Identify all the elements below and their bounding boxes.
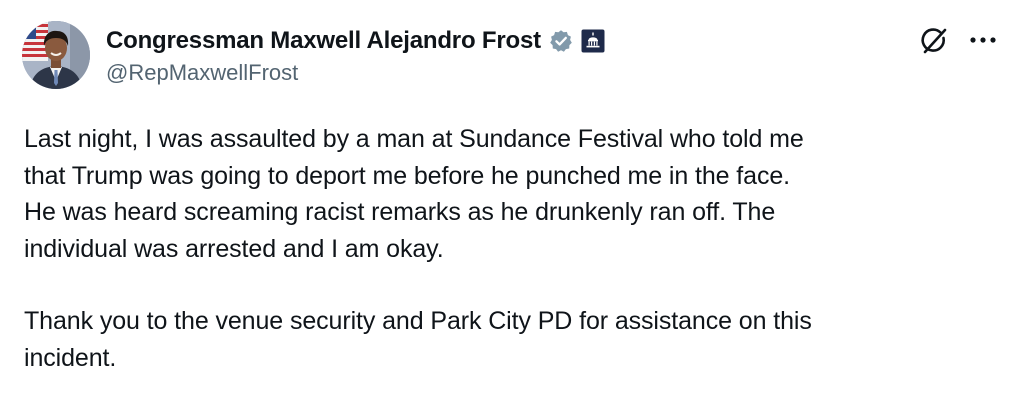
avatar[interactable] (22, 21, 90, 89)
tweet-text: Last night, I was assaulted by a man at … (24, 121, 1014, 376)
avatar-image (22, 21, 90, 89)
author-name-row: Congressman Maxwell Alejandro Frost (106, 26, 605, 56)
author-display-name[interactable]: Congressman Maxwell Alejandro Frost (106, 27, 541, 55)
tweet-card: Congressman Maxwell Alejandro Frost @Rep… (0, 0, 1024, 410)
more-options-icon[interactable] (968, 33, 998, 47)
grok-icon[interactable] (917, 24, 951, 58)
tweet-paragraph: Thank you to the venue security and Park… (24, 307, 812, 372)
tweet-paragraph: Last night, I was assaulted by a man at … (24, 125, 804, 263)
verified-gray-icon[interactable] (549, 29, 573, 53)
capitol-government-icon[interactable] (581, 29, 605, 53)
author-handle[interactable]: @RepMaxwellFrost (106, 60, 298, 86)
